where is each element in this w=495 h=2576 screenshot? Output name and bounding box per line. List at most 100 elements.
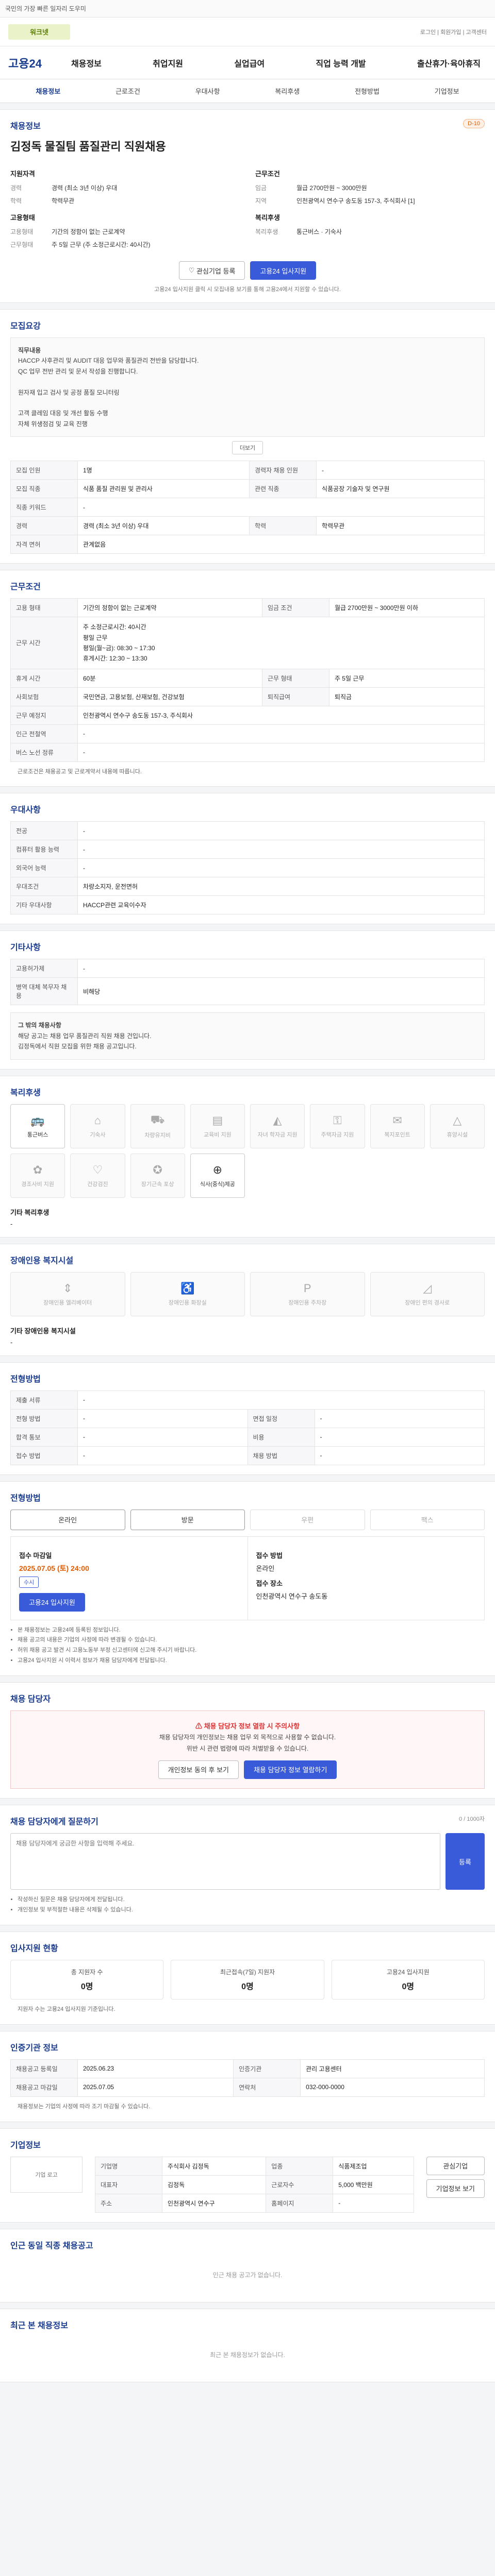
table-header: 근로자수 xyxy=(266,2175,334,2194)
question-head-row: 채용 담당자에게 질문하기 0 / 1000자 xyxy=(10,1815,485,1833)
tab-recruit[interactable]: 채용정보 xyxy=(8,86,88,96)
stats-title: 입사지원 현황 xyxy=(10,1944,58,1954)
table-cell: - xyxy=(316,461,485,480)
table-header: 근무 형태 xyxy=(261,668,329,688)
registration-title: 인증기관 정보 xyxy=(10,2043,58,2053)
footer-space xyxy=(0,2388,495,2409)
brand-logo[interactable]: 고용24 xyxy=(8,55,65,71)
welfare-item: 🚌 통근버스 xyxy=(10,1104,65,1148)
tab-selection[interactable]: 전형방법 xyxy=(327,86,407,96)
list-item: 허위 채용 공고 발견 시 고용노동부 부정 신고센터에 신고해 주시기 바랍니… xyxy=(18,1646,485,1656)
method-visit: 방문 xyxy=(130,1509,245,1530)
tab-welfare[interactable]: 복리후생 xyxy=(248,86,327,96)
company-info-button[interactable]: 기업정보 보기 xyxy=(426,2179,485,2198)
table-row: 전형 방법 - 면접 일정 - xyxy=(10,1409,485,1428)
method-value: 온라인 xyxy=(256,1564,275,1572)
welfare-head: 복리후생 xyxy=(255,214,280,222)
table-header: 채용공고 등록일 xyxy=(10,2059,78,2078)
question-submit-button[interactable]: 등록 xyxy=(446,1833,485,1890)
summary-right: 근무조건 임금 월급 2700만원 ~ 3000만원 지역 인천광역시 연수구 송도… xyxy=(255,163,485,251)
table-header: 홈페이지 xyxy=(266,2193,334,2213)
table-cell: - xyxy=(77,959,485,978)
apply-button[interactable]: 고용24 입사지원 xyxy=(250,261,317,280)
company-section: 기업정보 기업 로고 기업명 주식회사 김정독 업종 식품제조업 대표자 김정독 근로자수… xyxy=(0,2128,495,2223)
welfare-label: 통근버스 xyxy=(27,1131,48,1138)
table-cell: HACCP관련 교육이수자 xyxy=(77,895,485,915)
house-icon: ⌂ xyxy=(94,1113,102,1127)
table-row: 버스 노선 정류 - xyxy=(10,742,485,762)
table-cell: 월급 2700만원 ~ 3000만원 이하 xyxy=(328,598,485,618)
question-input[interactable] xyxy=(10,1833,441,1890)
table-row: 채용공고 등록일 2025.06.23 인증기관 관리 고용센터 xyxy=(10,2059,485,2078)
table-cell: 학력무관 xyxy=(316,516,485,536)
gnb-item[interactable]: 출산휴가·육아휴직 xyxy=(411,57,487,69)
gnb-item[interactable]: 직업 능력 개발 xyxy=(309,57,372,69)
table-row: 고용 형태 기간의 정함이 없는 근로계약 임금 조건 월급 2700만원 ~ 300… xyxy=(10,598,485,618)
favorite-button[interactable]: ♡ 관심기업 등록 xyxy=(178,261,245,280)
stats-note: 지원자 수는 고용24 입사지원 기준입니다. xyxy=(18,2006,116,2013)
consent-view-button[interactable]: 개인정보 동의 후 보기 xyxy=(158,1760,239,1780)
stat-label: 최근접속(7일) 지원자 xyxy=(220,1969,275,1976)
tab-company[interactable]: 기업정보 xyxy=(407,86,487,96)
summary-actions: ♡ 관심기업 등록 고용24 입사지원 xyxy=(10,261,485,280)
summary-left: 지원자격 경력 경력 (최소 3년 이상) 우대 학력 학력무관 고용형태 고용형태… xyxy=(10,163,240,251)
kv-key: 임금 xyxy=(255,184,267,192)
kv-key: 경력 xyxy=(10,184,22,192)
site-logo[interactable]: 워크넷 xyxy=(8,24,70,40)
table-row: 근무 예정지 인천광역시 연수구 송도동 157-3, 주식회사 xyxy=(10,705,485,725)
welfare-item: ⛟ 차량유지비 xyxy=(130,1104,185,1148)
facility-label: 장애인용 엘리베이터 xyxy=(43,1299,92,1306)
gnb-item[interactable]: 취업지원 xyxy=(146,57,189,69)
heart-icon: ♡ xyxy=(188,266,197,274)
medal-icon: ✪ xyxy=(153,1163,162,1176)
method-row: 온라인 방문 우편 팩스 xyxy=(10,1509,485,1530)
question-title: 채용 담당자에게 질문하기 xyxy=(10,1818,98,1827)
flower-icon: ✿ xyxy=(32,1163,43,1176)
kv-row: 복리후생 통근버스 · 기숙사 xyxy=(255,225,485,238)
job-title: 김정독 물질팀 품질관리 직원채용 xyxy=(10,140,166,153)
kv-row: 학력 학력무관 xyxy=(10,194,240,207)
table-header: 경력 xyxy=(10,516,78,536)
company-info: 기업 로고 기업명 주식회사 김정독 업종 식품제조업 대표자 김정독 근로자수 5,000… xyxy=(10,2156,485,2213)
similar-section: 인근 동일 직종 채용공고 인근 채용 공고가 없습니다. xyxy=(0,2228,495,2302)
summary-label: 채용정보 xyxy=(10,122,41,131)
table-cell: 식품 품질 관리원 및 관리사 xyxy=(77,479,250,499)
table-row: 대표자 김정독 근로자수 5,000 백만원 xyxy=(95,2175,414,2194)
gnb-item[interactable]: 채용정보 xyxy=(65,57,108,69)
table-cell: - xyxy=(314,1427,485,1447)
page: 국민의 가장 빠른 일자리 도우미 워크넷 로그인 | 회원가입 | 고객센터 … xyxy=(0,0,495,2409)
table-header: 합격 통보 xyxy=(10,1427,78,1447)
table-header: 외국어 능력 xyxy=(10,858,78,878)
job-desc-head: 직무내용 xyxy=(18,347,41,354)
kv-value: 주 5일 근무 (주 소정근로시간: 40시간) xyxy=(52,241,151,248)
tab-conditions[interactable]: 근로조건 xyxy=(88,86,168,96)
kv-value: 통근버스 · 기숙사 xyxy=(296,228,342,235)
tab-preference[interactable]: 우대사항 xyxy=(168,86,248,96)
table-row: 경력 경력 (최소 3년 이상) 우대 학력 학력무관 xyxy=(10,516,485,536)
contact-view-button[interactable]: 채용 담당자 정보 열람하기 xyxy=(244,1760,337,1780)
welfare-label: 기숙사 xyxy=(90,1131,106,1138)
company-fav-button[interactable]: 관심기업 xyxy=(426,2156,485,2175)
util-links[interactable]: 로그인 | 회원가입 | 고객센터 xyxy=(420,28,487,36)
gnb-item[interactable]: 실업급여 xyxy=(228,57,271,69)
more-button[interactable]: 더보기 xyxy=(232,441,263,455)
recruit-title: 모집요강 xyxy=(10,322,41,331)
table-header: 제출 서류 xyxy=(10,1390,78,1410)
method-mail: 우편 xyxy=(250,1509,365,1530)
bus-icon: 🚌 xyxy=(30,1113,45,1127)
table-row: 직종 키워드 - xyxy=(10,498,485,517)
registration-section: 인증기관 정보 채용공고 등록일 2025.06.23 인증기관 관리 고용센터 채용… xyxy=(0,2030,495,2122)
table-header: 주소 xyxy=(95,2193,162,2213)
table-header: 근무 예정지 xyxy=(10,705,78,725)
table-cell: 김정독 xyxy=(161,2175,267,2194)
welfare-item: ◭ 자녀 학자금 지원 xyxy=(250,1104,305,1148)
table-row: 채용공고 마감일 2025.07.05 연락처 032-000-0000 xyxy=(10,2077,485,2097)
welfare-label: 건강검진 xyxy=(87,1181,108,1188)
table-header: 사회보험 xyxy=(10,687,78,706)
table-cell: - xyxy=(314,1446,485,1465)
table-cell: - xyxy=(314,1409,485,1428)
key-icon: ⚿ xyxy=(333,1113,342,1127)
char-limit: 0 / 1000자 xyxy=(459,1816,485,1823)
welfare-label: 교육비 지원 xyxy=(204,1131,232,1138)
apply-button-2[interactable]: 고용24 입사지원 xyxy=(19,1592,85,1612)
